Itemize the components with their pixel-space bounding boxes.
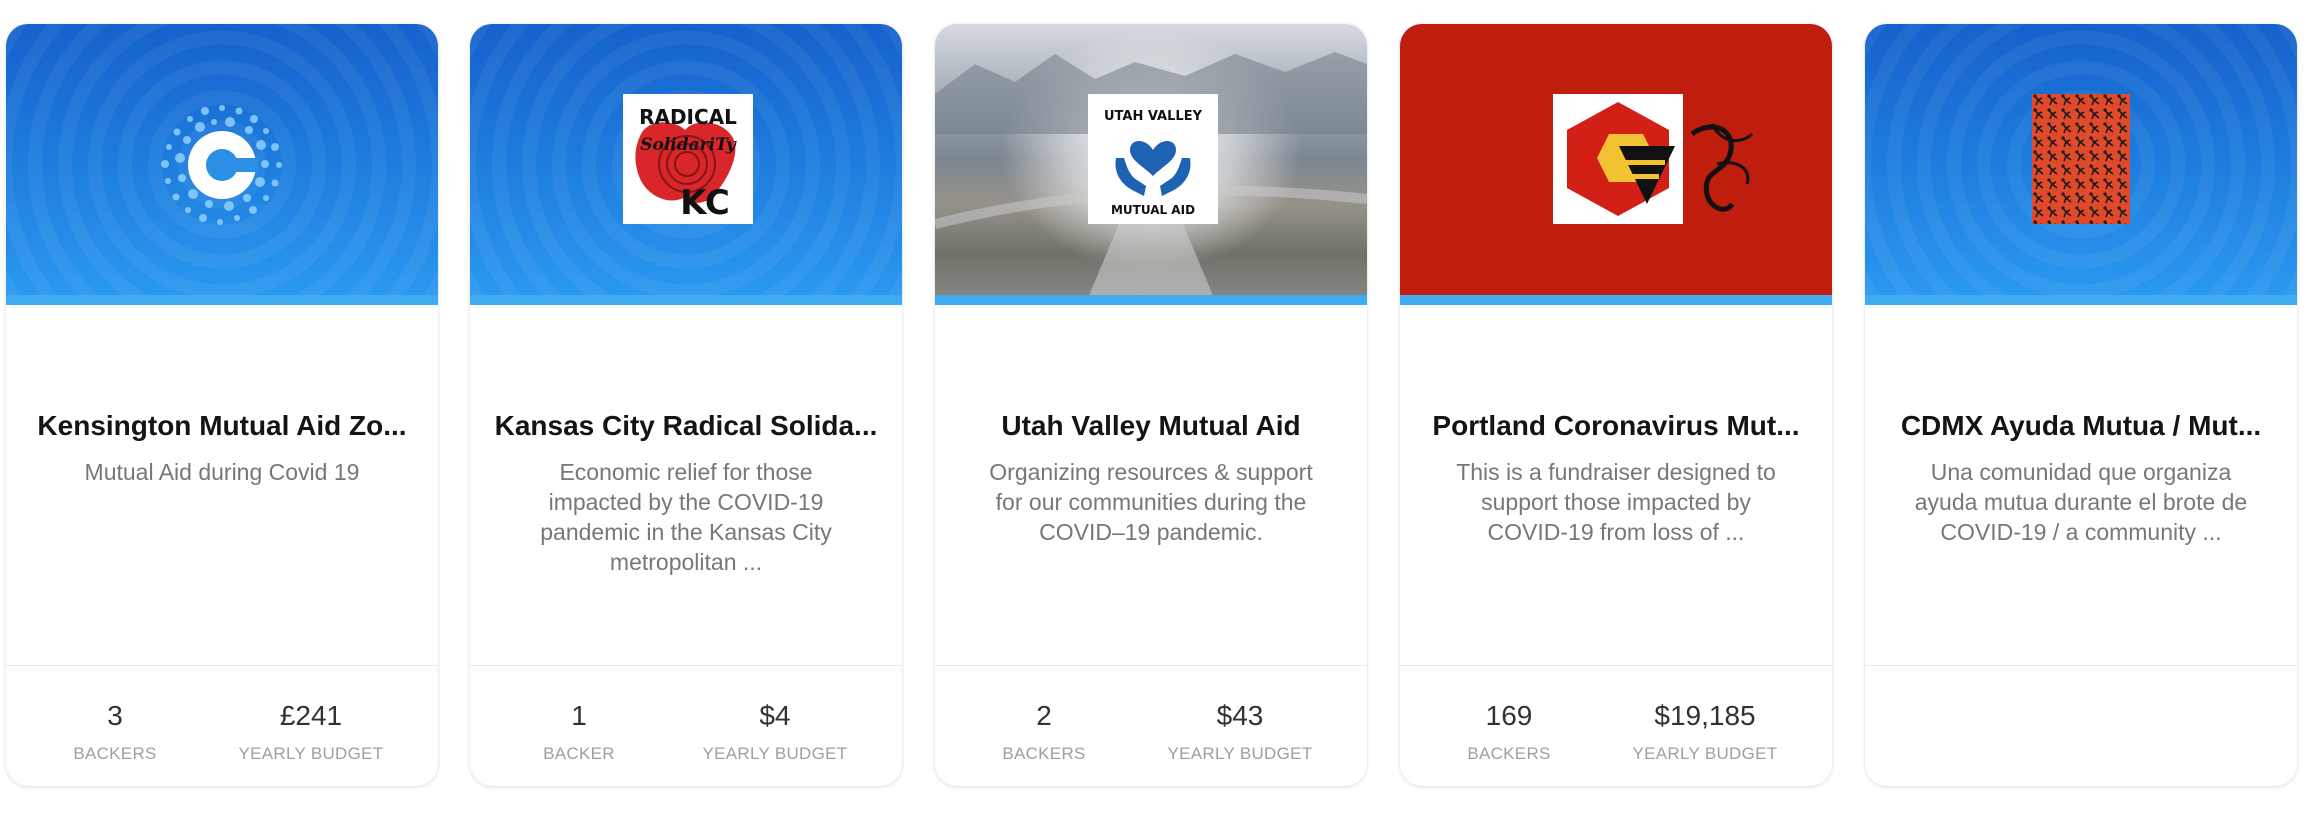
stats-divider: [1400, 665, 1832, 666]
budget-label: YEARLY BUDGET: [702, 744, 848, 763]
radical-solidarity-kc-logo-icon: RADICAL SolidariTy KC: [623, 94, 753, 224]
collective-name[interactable]: CDMX Ayuda Mutua / Mut...: [1885, 410, 2277, 442]
collective-card[interactable]: Portland Coronavirus Mut... This is a fu…: [1400, 24, 1832, 786]
stats-divider: [1865, 665, 2297, 666]
collective-description: This is a fundraiser designed to support…: [1456, 459, 1776, 545]
collective-card[interactable]: UTAH VALLEY MUTUAL AID Utah Valley Mutua…: [935, 24, 1367, 786]
budget-stat: $4 YEARLY BUDGET: [685, 700, 865, 764]
hexagon-logo-icon: [1553, 94, 1683, 224]
card-banner: [1400, 24, 1832, 305]
card-banner: [6, 24, 438, 305]
collective-name[interactable]: Utah Valley Mutual Aid: [955, 410, 1347, 442]
backers-label: BACKERS: [1002, 744, 1086, 763]
card-accent-stripe: [1400, 295, 1832, 305]
backers-label: BACKERS: [1467, 744, 1551, 763]
collective-cards-row: Kensington Mutual Aid Zo... Mutual Aid d…: [0, 0, 2308, 832]
backers-count: 3: [107, 700, 123, 731]
backers-label: BACKERS: [73, 744, 157, 763]
backers-count: 2: [1036, 700, 1052, 731]
backers-stat: 169 BACKERS: [1419, 700, 1599, 764]
svg-text:SolidariTy: SolidariTy: [640, 135, 737, 155]
card-accent-stripe: [470, 295, 902, 305]
budget-amount: $19,185: [1654, 700, 1756, 731]
backers-label: BACKER: [543, 744, 615, 763]
svg-text:MUTUAL AID: MUTUAL AID: [1111, 203, 1195, 217]
red-pattern-logo-icon: [2032, 94, 2130, 224]
stats-divider: [935, 665, 1367, 666]
budget-stat: $43 YEARLY BUDGET: [1150, 700, 1330, 764]
collective-description: Una comunidad que organiza ayuda mutua d…: [1914, 459, 2248, 545]
collective-card[interactable]: CDMX Ayuda Mutua / Mut... Una comunidad …: [1865, 24, 2297, 786]
budget-amount: $43: [1216, 700, 1264, 731]
budget-label: YEARLY BUDGET: [1167, 744, 1313, 763]
collective-card[interactable]: Kensington Mutual Aid Zo... Mutual Aid d…: [6, 24, 438, 786]
svg-text:UTAH VALLEY: UTAH VALLEY: [1104, 109, 1203, 124]
backers-count: 169: [1485, 700, 1533, 731]
budget-stat: £241 YEARLY BUDGET: [221, 700, 401, 764]
collective-name[interactable]: Kensington Mutual Aid Zo...: [26, 410, 418, 442]
collective-description: Mutual Aid during Covid 19: [84, 459, 360, 485]
budget-amount: £241: [279, 700, 343, 731]
backers-count: 1: [571, 700, 587, 731]
budget-label: YEARLY BUDGET: [1632, 744, 1778, 763]
card-banner: RADICAL SolidariTy KC: [470, 24, 902, 305]
budget-amount: $4: [759, 700, 791, 731]
backers-stat: 2 BACKERS: [954, 700, 1134, 764]
circular-dots-c-logo-icon: [157, 100, 287, 230]
collective-card[interactable]: RADICAL SolidariTy KC Kansas City Radica…: [470, 24, 902, 786]
svg-text:KC: KC: [680, 183, 730, 223]
hands-heart-logo-icon: UTAH VALLEY MUTUAL AID: [1088, 94, 1218, 224]
collective-name[interactable]: Portland Coronavirus Mut...: [1420, 410, 1812, 442]
card-accent-stripe: [935, 295, 1367, 305]
card-banner-photo: UTAH VALLEY MUTUAL AID: [935, 24, 1367, 305]
ink-figure-icon: [1690, 123, 1754, 212]
stats-divider: [470, 665, 902, 666]
budget-label: YEARLY BUDGET: [238, 744, 384, 763]
collective-description: Economic relief for those impacted by th…: [540, 459, 832, 575]
backers-stat: 1 BACKER: [489, 700, 669, 764]
svg-text:RADICAL: RADICAL: [639, 105, 737, 129]
collective-description: Organizing resources & support for our c…: [989, 459, 1313, 545]
card-banner: [1865, 24, 2297, 305]
card-accent-stripe: [6, 295, 438, 305]
stats-divider: [6, 665, 438, 666]
backers-stat: 3 BACKERS: [25, 700, 205, 764]
collective-name[interactable]: Kansas City Radical Solida...: [490, 410, 882, 442]
card-accent-stripe: [1865, 295, 2297, 305]
budget-stat: $19,185 YEARLY BUDGET: [1615, 700, 1795, 764]
